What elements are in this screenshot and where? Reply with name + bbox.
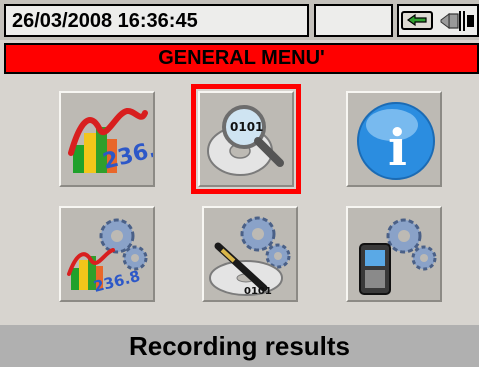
recording-results-icon: 0101 bbox=[207, 105, 284, 176]
selection-caption-bar: Recording results bbox=[0, 325, 479, 367]
datetime-field: 26/03/2008 16:36:45 bbox=[4, 4, 309, 37]
status-bar: 26/03/2008 16:36:45 bbox=[0, 0, 479, 40]
tile-info[interactable]: i bbox=[346, 91, 442, 187]
status-icons-field bbox=[397, 4, 479, 37]
chart-settings-icon: 236.8 bbox=[67, 218, 148, 296]
selection-caption: Recording results bbox=[128, 331, 351, 361]
svg-text:0101: 0101 bbox=[244, 286, 272, 297]
svg-text:i: i bbox=[388, 118, 407, 177]
tile-instrument-settings[interactable] bbox=[346, 206, 442, 302]
instrument-settings-icon bbox=[359, 218, 437, 295]
save-settings-icon: 0101 bbox=[209, 216, 291, 297]
battery-icon bbox=[440, 11, 474, 31]
tile-analysis[interactable]: 236.8 bbox=[59, 91, 155, 187]
tile-recording-results[interactable]: 0101 bbox=[191, 84, 301, 194]
datetime-text: 26/03/2008 16:36:45 bbox=[12, 10, 198, 32]
analysis-chart-icon: 236.8 bbox=[68, 108, 153, 175]
menu-title-bar: GENERAL MENU' bbox=[4, 43, 479, 74]
menu-title: GENERAL MENU' bbox=[158, 47, 325, 69]
instrument-screen: 26/03/2008 16:36:45 GENERAL MENU' 236.8 … bbox=[0, 0, 479, 367]
svg-text:0101: 0101 bbox=[230, 120, 263, 134]
connector-icon bbox=[401, 11, 433, 30]
status-field bbox=[314, 4, 393, 37]
info-icon: i bbox=[357, 102, 435, 180]
tile-analysis-settings[interactable]: 236.8 bbox=[59, 206, 155, 302]
tile-save-settings[interactable]: 0101 bbox=[202, 206, 298, 302]
